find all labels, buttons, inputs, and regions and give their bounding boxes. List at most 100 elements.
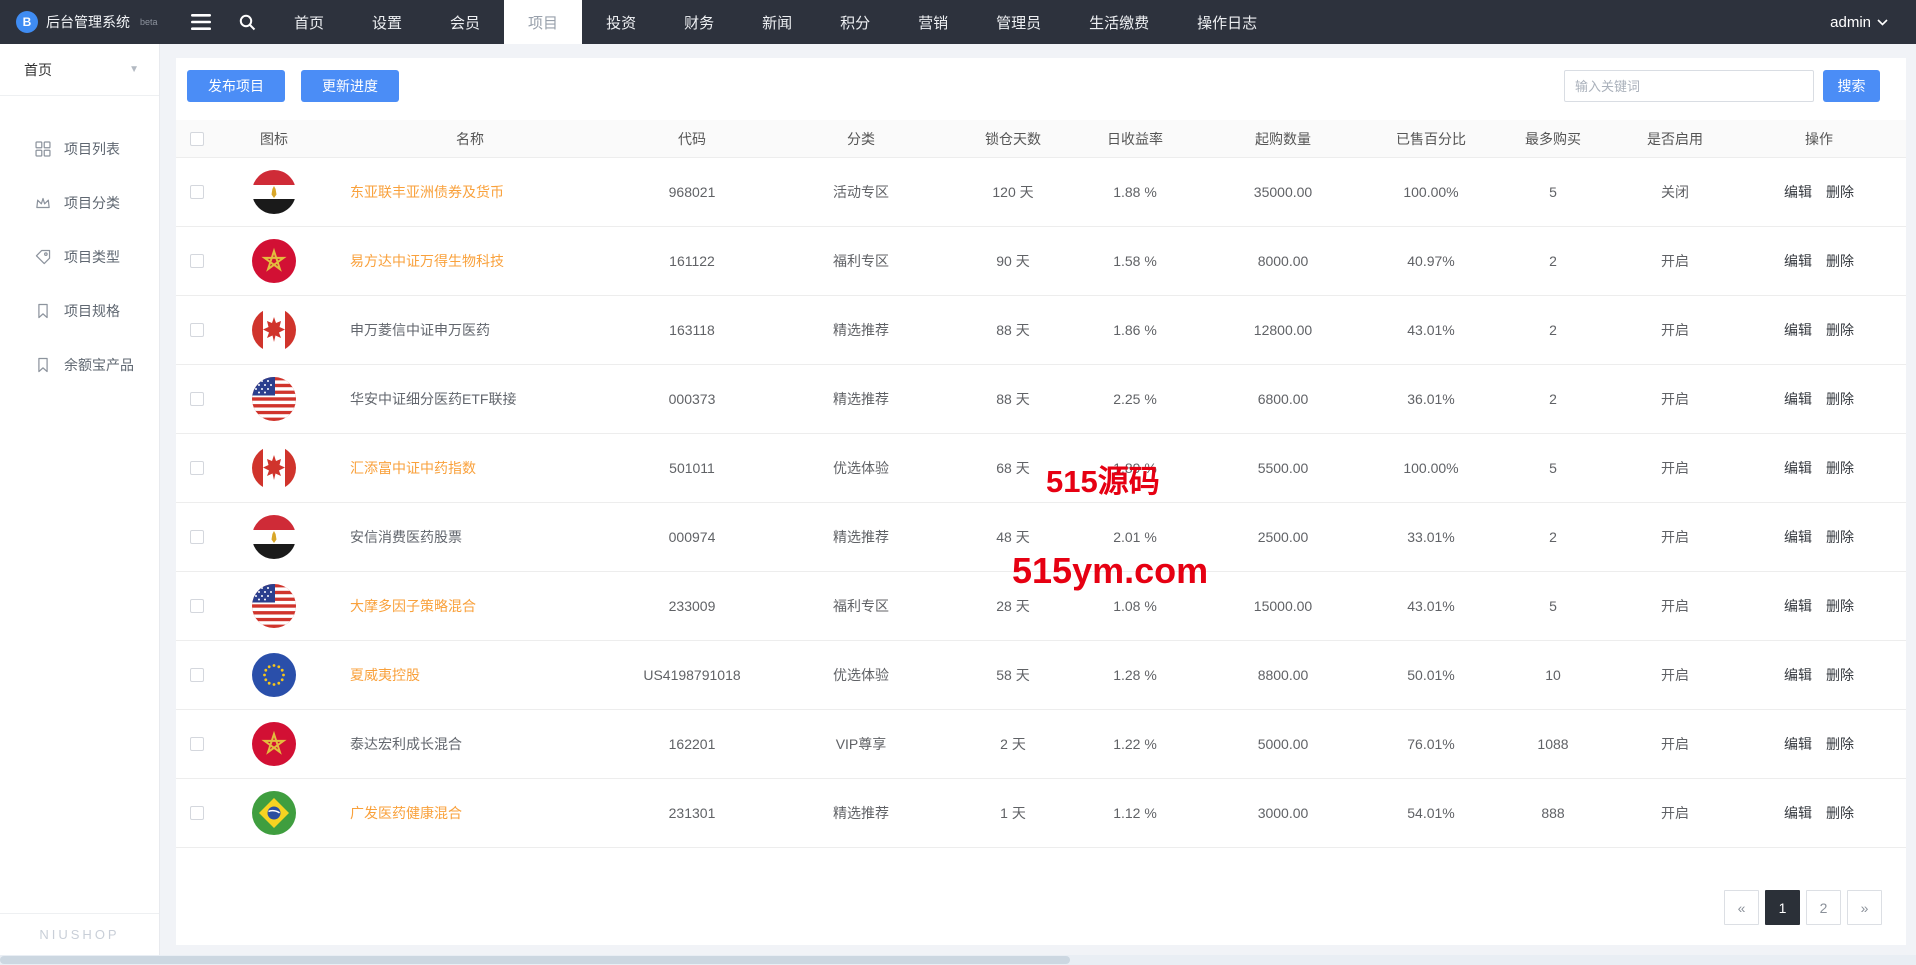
row-checkbox[interactable] <box>190 185 204 199</box>
nav-item[interactable]: 操作日志 <box>1173 0 1281 44</box>
edit-link[interactable]: 编辑 <box>1784 805 1812 821</box>
bookmark-icon <box>34 356 52 374</box>
delete-link[interactable]: 删除 <box>1826 184 1854 200</box>
sidebar-item[interactable]: 余额宝产品 <box>0 338 159 392</box>
nav-item[interactable]: 会员 <box>426 0 504 44</box>
project-name-link[interactable]: 东亚联丰亚洲债券及货币 <box>350 184 504 200</box>
max-purchase: 5 <box>1549 598 1557 614</box>
search-input[interactable] <box>1564 70 1814 102</box>
edit-link[interactable]: 编辑 <box>1784 460 1812 476</box>
row-checkbox[interactable] <box>190 599 204 613</box>
delete-link[interactable]: 删除 <box>1826 736 1854 752</box>
search-icon[interactable] <box>224 0 270 44</box>
nav-item[interactable]: 生活缴费 <box>1065 0 1173 44</box>
pagination-page-button[interactable]: 1 <box>1765 890 1800 925</box>
edit-link[interactable]: 编辑 <box>1784 667 1812 683</box>
update-progress-button[interactable]: 更新进度 <box>301 70 399 102</box>
project-name-link[interactable]: 汇添富中证中药指数 <box>350 460 476 476</box>
pagination-next-button[interactable]: » <box>1847 890 1882 925</box>
nav-item[interactable]: 项目 <box>504 0 582 44</box>
delete-link[interactable]: 删除 <box>1826 667 1854 683</box>
row-checkbox[interactable] <box>190 668 204 682</box>
sidebar-item-label: 项目列表 <box>64 139 120 159</box>
column-header: 已售百分比 <box>1374 129 1488 149</box>
delete-link[interactable]: 删除 <box>1826 460 1854 476</box>
project-name-link[interactable]: 华安中证细分医药ETF联接 <box>350 391 516 407</box>
edit-link[interactable]: 编辑 <box>1784 391 1812 407</box>
canada-flag <box>252 446 296 490</box>
main-content: 发布项目 更新进度 搜索 图标名称代码分类锁仓天数日收益率起购数量已售百分比最多… <box>160 44 1916 955</box>
nav-item[interactable]: 新闻 <box>738 0 816 44</box>
max-purchase: 10 <box>1545 667 1561 683</box>
edit-link[interactable]: 编辑 <box>1784 529 1812 545</box>
edit-link[interactable]: 编辑 <box>1784 184 1812 200</box>
lock-days: 88 天 <box>996 322 1029 338</box>
sidebar-brand: NIUSHOP <box>0 913 159 955</box>
nav-item[interactable]: 营销 <box>894 0 972 44</box>
sidebar-item[interactable]: 项目类型 <box>0 230 159 284</box>
horizontal-scrollbar[interactable] <box>0 955 1916 965</box>
row-checkbox[interactable] <box>190 392 204 406</box>
project-name-link[interactable]: 大摩多因子策略混合 <box>350 598 476 614</box>
row-checkbox[interactable] <box>190 254 204 268</box>
delete-link[interactable]: 删除 <box>1826 529 1854 545</box>
bookmark-icon <box>34 302 52 320</box>
nav-item[interactable]: 管理员 <box>972 0 1065 44</box>
delete-link[interactable]: 删除 <box>1826 805 1854 821</box>
brazil-flag <box>252 791 296 835</box>
table-row: 安信消费医药股票000974精选推荐48 天2.01 %2500.0033.01… <box>176 503 1906 572</box>
sidebar-item[interactable]: 项目规格 <box>0 284 159 338</box>
edit-link[interactable]: 编辑 <box>1784 253 1812 269</box>
user-menu[interactable]: admin <box>1830 14 1916 31</box>
table-row: 夏威夷控股US4198791018优选体验58 天1.28 %8800.0050… <box>176 641 1906 710</box>
search-button[interactable]: 搜索 <box>1823 70 1880 102</box>
row-checkbox[interactable] <box>190 737 204 751</box>
hamburger-menu-icon[interactable] <box>178 0 224 44</box>
max-purchase: 5 <box>1549 460 1557 476</box>
max-purchase: 1088 <box>1537 736 1568 752</box>
edit-link[interactable]: 编辑 <box>1784 736 1812 752</box>
sidebar-item-label: 项目规格 <box>64 301 120 321</box>
sidebar-section-home[interactable]: 首页 ▼ <box>0 44 159 96</box>
pagination-page-button[interactable]: 2 <box>1806 890 1841 925</box>
sidebar-item[interactable]: 项目列表 <box>0 122 159 176</box>
project-name-link[interactable]: 泰达宏利成长混合 <box>350 736 462 752</box>
project-name-link[interactable]: 易方达中证万得生物科技 <box>350 253 504 269</box>
delete-link[interactable]: 删除 <box>1826 598 1854 614</box>
nav-item[interactable]: 首页 <box>270 0 348 44</box>
lock-days: 90 天 <box>996 253 1029 269</box>
edit-link[interactable]: 编辑 <box>1784 322 1812 338</box>
publish-project-button[interactable]: 发布项目 <box>187 70 285 102</box>
row-checkbox[interactable] <box>190 461 204 475</box>
nav-item[interactable]: 设置 <box>348 0 426 44</box>
row-checkbox[interactable] <box>190 806 204 820</box>
sidebar-item[interactable]: 项目分类 <box>0 176 159 230</box>
select-all-checkbox[interactable] <box>190 132 204 146</box>
project-code: 968021 <box>669 184 716 200</box>
delete-link[interactable]: 删除 <box>1826 322 1854 338</box>
content-card: 发布项目 更新进度 搜索 图标名称代码分类锁仓天数日收益率起购数量已售百分比最多… <box>176 58 1906 945</box>
max-purchase: 2 <box>1549 253 1557 269</box>
project-name-link[interactable]: 申万菱信中证申万医药 <box>350 322 490 338</box>
sidebar-item-label: 余额宝产品 <box>64 355 134 375</box>
nav-item[interactable]: 积分 <box>816 0 894 44</box>
project-name-link[interactable]: 夏威夷控股 <box>350 667 420 683</box>
delete-link[interactable]: 删除 <box>1826 253 1854 269</box>
row-checkbox[interactable] <box>190 530 204 544</box>
row-checkbox[interactable] <box>190 323 204 337</box>
main-nav: 首页设置会员项目投资财务新闻积分营销管理员生活缴费操作日志 <box>270 0 1281 44</box>
project-code: 231301 <box>669 805 716 821</box>
scrollbar-thumb[interactable] <box>0 956 1070 964</box>
project-name-link[interactable]: 安信消费医药股票 <box>350 529 462 545</box>
edit-link[interactable]: 编辑 <box>1784 598 1812 614</box>
project-name-link[interactable]: 广发医药健康混合 <box>350 805 462 821</box>
delete-link[interactable]: 删除 <box>1826 391 1854 407</box>
nav-item[interactable]: 财务 <box>660 0 738 44</box>
max-purchase: 2 <box>1549 322 1557 338</box>
sidebar: 首页 ▼ 项目列表项目分类项目类型项目规格余额宝产品 NIUSHOP <box>0 44 160 955</box>
pagination-prev-button[interactable]: « <box>1724 890 1759 925</box>
column-header: 操作 <box>1732 129 1906 149</box>
nav-item[interactable]: 投资 <box>582 0 660 44</box>
enabled-status: 开启 <box>1661 391 1689 407</box>
project-category: 精选推荐 <box>833 322 889 338</box>
